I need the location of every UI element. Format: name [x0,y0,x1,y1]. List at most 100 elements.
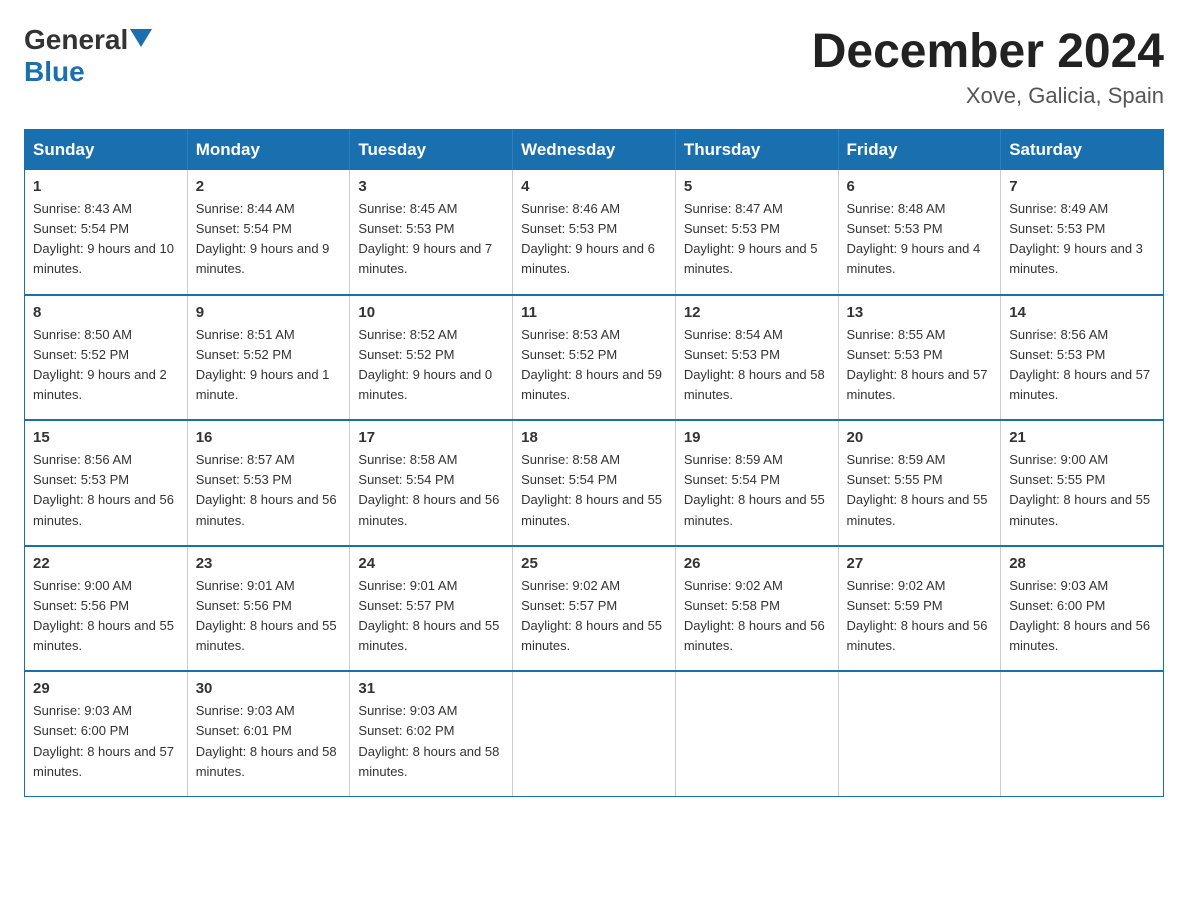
day-info: Sunrise: 8:56 AMSunset: 5:53 PMDaylight:… [1009,327,1150,402]
col-thursday: Thursday [675,130,838,171]
day-number: 13 [847,304,993,321]
day-info: Sunrise: 9:00 AMSunset: 5:56 PMDaylight:… [33,578,174,653]
day-number: 27 [847,555,993,572]
day-info: Sunrise: 8:50 AMSunset: 5:52 PMDaylight:… [33,327,167,402]
calendar-cell-w5-d2: 30 Sunrise: 9:03 AMSunset: 6:01 PMDaylig… [187,671,350,796]
calendar-cell-w4-d6: 27 Sunrise: 9:02 AMSunset: 5:59 PMDaylig… [838,546,1001,672]
day-info: Sunrise: 8:46 AMSunset: 5:53 PMDaylight:… [521,201,655,276]
title-block: December 2024 Xove, Galicia, Spain [812,24,1164,109]
calendar-cell-w3-d7: 21 Sunrise: 9:00 AMSunset: 5:55 PMDaylig… [1001,420,1164,546]
calendar-cell-w2-d3: 10 Sunrise: 8:52 AMSunset: 5:52 PMDaylig… [350,295,513,421]
calendar-table: Sunday Monday Tuesday Wednesday Thursday… [24,129,1164,797]
day-number: 30 [196,680,342,697]
day-info: Sunrise: 9:03 AMSunset: 6:00 PMDaylight:… [1009,578,1150,653]
calendar-week-2: 8 Sunrise: 8:50 AMSunset: 5:52 PMDayligh… [25,295,1164,421]
calendar-cell-w1-d4: 4 Sunrise: 8:46 AMSunset: 5:53 PMDayligh… [513,170,676,295]
calendar-cell-w3-d1: 15 Sunrise: 8:56 AMSunset: 5:53 PMDaylig… [25,420,188,546]
calendar-cell-w1-d3: 3 Sunrise: 8:45 AMSunset: 5:53 PMDayligh… [350,170,513,295]
day-info: Sunrise: 8:54 AMSunset: 5:53 PMDaylight:… [684,327,825,402]
day-info: Sunrise: 9:02 AMSunset: 5:57 PMDaylight:… [521,578,662,653]
calendar-cell-w1-d5: 5 Sunrise: 8:47 AMSunset: 5:53 PMDayligh… [675,170,838,295]
day-info: Sunrise: 9:02 AMSunset: 5:58 PMDaylight:… [684,578,825,653]
day-info: Sunrise: 9:00 AMSunset: 5:55 PMDaylight:… [1009,452,1150,527]
day-info: Sunrise: 8:59 AMSunset: 5:54 PMDaylight:… [684,452,825,527]
day-info: Sunrise: 8:53 AMSunset: 5:52 PMDaylight:… [521,327,662,402]
day-info: Sunrise: 8:48 AMSunset: 5:53 PMDaylight:… [847,201,981,276]
day-info: Sunrise: 9:01 AMSunset: 5:57 PMDaylight:… [358,578,499,653]
calendar-cell-w5-d3: 31 Sunrise: 9:03 AMSunset: 6:02 PMDaylig… [350,671,513,796]
day-info: Sunrise: 8:59 AMSunset: 5:55 PMDaylight:… [847,452,988,527]
col-wednesday: Wednesday [513,130,676,171]
day-info: Sunrise: 8:58 AMSunset: 5:54 PMDaylight:… [358,452,499,527]
calendar-cell-w3-d5: 19 Sunrise: 8:59 AMSunset: 5:54 PMDaylig… [675,420,838,546]
col-friday: Friday [838,130,1001,171]
logo-icon: General [24,24,152,56]
day-number: 25 [521,555,667,572]
day-info: Sunrise: 9:03 AMSunset: 6:01 PMDaylight:… [196,703,337,778]
day-number: 24 [358,555,504,572]
calendar-cell-w1-d1: 1 Sunrise: 8:43 AMSunset: 5:54 PMDayligh… [25,170,188,295]
day-info: Sunrise: 8:57 AMSunset: 5:53 PMDaylight:… [196,452,337,527]
day-info: Sunrise: 9:03 AMSunset: 6:02 PMDaylight:… [358,703,499,778]
day-number: 5 [684,178,830,195]
day-number: 31 [358,680,504,697]
calendar-cell-w2-d5: 12 Sunrise: 8:54 AMSunset: 5:53 PMDaylig… [675,295,838,421]
logo-blue-text: Blue [24,56,85,88]
col-monday: Monday [187,130,350,171]
location-title: Xove, Galicia, Spain [812,83,1164,109]
calendar-week-3: 15 Sunrise: 8:56 AMSunset: 5:53 PMDaylig… [25,420,1164,546]
calendar-cell-w3-d2: 16 Sunrise: 8:57 AMSunset: 5:53 PMDaylig… [187,420,350,546]
day-info: Sunrise: 8:56 AMSunset: 5:53 PMDaylight:… [33,452,174,527]
calendar-cell-w4-d3: 24 Sunrise: 9:01 AMSunset: 5:57 PMDaylig… [350,546,513,672]
day-info: Sunrise: 8:43 AMSunset: 5:54 PMDaylight:… [33,201,174,276]
calendar-cell-w3-d3: 17 Sunrise: 8:58 AMSunset: 5:54 PMDaylig… [350,420,513,546]
day-info: Sunrise: 9:03 AMSunset: 6:00 PMDaylight:… [33,703,174,778]
day-number: 11 [521,304,667,321]
calendar-cell-w5-d6 [838,671,1001,796]
logo: General Blue [24,24,152,88]
calendar-header-row: Sunday Monday Tuesday Wednesday Thursday… [25,130,1164,171]
day-number: 4 [521,178,667,195]
day-number: 22 [33,555,179,572]
calendar-cell-w4-d5: 26 Sunrise: 9:02 AMSunset: 5:58 PMDaylig… [675,546,838,672]
day-number: 9 [196,304,342,321]
calendar-cell-w4-d7: 28 Sunrise: 9:03 AMSunset: 6:00 PMDaylig… [1001,546,1164,672]
day-info: Sunrise: 8:51 AMSunset: 5:52 PMDaylight:… [196,327,330,402]
day-info: Sunrise: 8:44 AMSunset: 5:54 PMDaylight:… [196,201,330,276]
day-info: Sunrise: 8:52 AMSunset: 5:52 PMDaylight:… [358,327,492,402]
day-number: 23 [196,555,342,572]
day-number: 6 [847,178,993,195]
calendar-cell-w2-d2: 9 Sunrise: 8:51 AMSunset: 5:52 PMDayligh… [187,295,350,421]
day-number: 16 [196,429,342,446]
day-number: 12 [684,304,830,321]
calendar-week-4: 22 Sunrise: 9:00 AMSunset: 5:56 PMDaylig… [25,546,1164,672]
day-number: 8 [33,304,179,321]
day-info: Sunrise: 8:47 AMSunset: 5:53 PMDaylight:… [684,201,818,276]
calendar-cell-w4-d2: 23 Sunrise: 9:01 AMSunset: 5:56 PMDaylig… [187,546,350,672]
calendar-cell-w5-d5 [675,671,838,796]
day-number: 28 [1009,555,1155,572]
day-info: Sunrise: 9:02 AMSunset: 5:59 PMDaylight:… [847,578,988,653]
day-number: 2 [196,178,342,195]
col-sunday: Sunday [25,130,188,171]
day-number: 14 [1009,304,1155,321]
page-header: General Blue December 2024 Xove, Galicia… [24,24,1164,109]
day-number: 17 [358,429,504,446]
calendar-cell-w5-d1: 29 Sunrise: 9:03 AMSunset: 6:00 PMDaylig… [25,671,188,796]
calendar-cell-w5-d7 [1001,671,1164,796]
calendar-cell-w4-d1: 22 Sunrise: 9:00 AMSunset: 5:56 PMDaylig… [25,546,188,672]
calendar-cell-w3-d6: 20 Sunrise: 8:59 AMSunset: 5:55 PMDaylig… [838,420,1001,546]
calendar-cell-w1-d7: 7 Sunrise: 8:49 AMSunset: 5:53 PMDayligh… [1001,170,1164,295]
day-info: Sunrise: 8:49 AMSunset: 5:53 PMDaylight:… [1009,201,1143,276]
day-number: 20 [847,429,993,446]
calendar-cell-w2-d4: 11 Sunrise: 8:53 AMSunset: 5:52 PMDaylig… [513,295,676,421]
col-tuesday: Tuesday [350,130,513,171]
day-number: 7 [1009,178,1155,195]
logo-triangle-icon [130,29,152,47]
day-info: Sunrise: 8:58 AMSunset: 5:54 PMDaylight:… [521,452,662,527]
day-number: 26 [684,555,830,572]
day-number: 19 [684,429,830,446]
calendar-cell-w1-d2: 2 Sunrise: 8:44 AMSunset: 5:54 PMDayligh… [187,170,350,295]
logo-general-text: General [24,24,128,56]
day-number: 15 [33,429,179,446]
